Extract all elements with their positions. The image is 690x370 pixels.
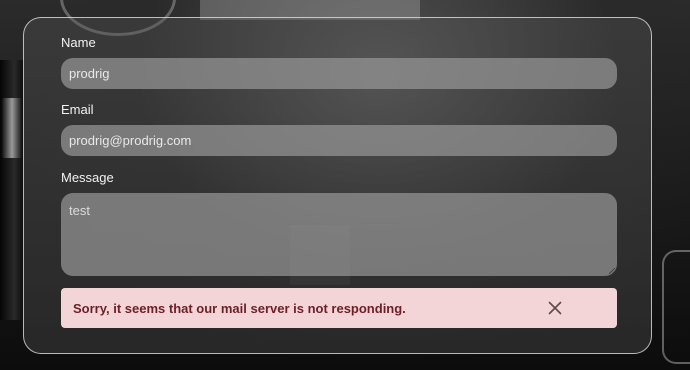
message-label: Message bbox=[61, 170, 114, 185]
error-alert: Sorry, it seems that our mail server is … bbox=[61, 288, 617, 328]
background-shape bbox=[2, 98, 22, 158]
close-icon[interactable] bbox=[545, 298, 565, 318]
email-field[interactable] bbox=[61, 125, 617, 156]
name-label: Name bbox=[61, 35, 96, 50]
message-field[interactable]: test bbox=[61, 193, 617, 276]
background-photo: Name Email Message test Sorry, it seems … bbox=[0, 0, 690, 370]
name-field[interactable] bbox=[61, 58, 617, 89]
background-shape bbox=[662, 250, 690, 364]
email-label: Email bbox=[61, 102, 94, 117]
resize-grip-icon[interactable] bbox=[609, 268, 615, 274]
alert-message: Sorry, it seems that our mail server is … bbox=[73, 301, 406, 316]
contact-form: Name Email Message test Sorry, it seems … bbox=[23, 17, 652, 354]
